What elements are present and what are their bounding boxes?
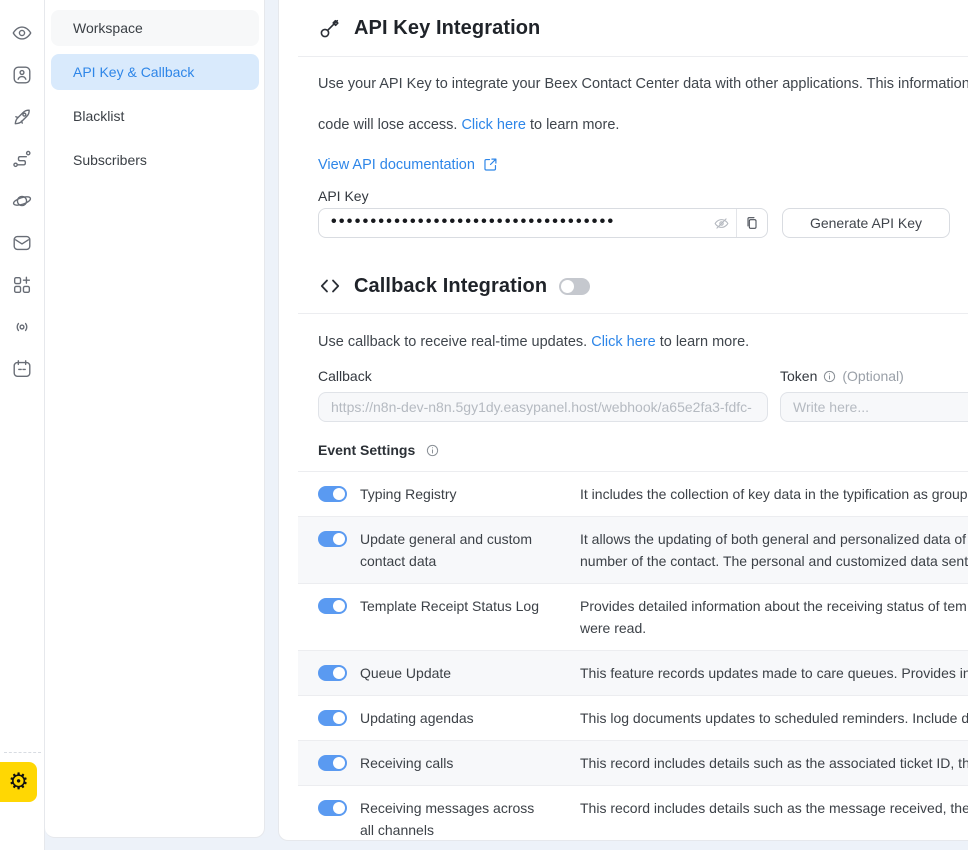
callback-toggle[interactable] <box>559 278 590 295</box>
external-link-icon[interactable] <box>482 156 499 173</box>
event-toggle[interactable] <box>318 755 347 771</box>
event-description: Provides detailed information about the … <box>580 595 968 639</box>
sidebar-item-label: Blacklist <box>73 108 124 124</box>
sidebar-item-label: Subscribers <box>73 152 147 168</box>
event-settings-label: Event Settings <box>318 442 415 458</box>
rail-divider <box>4 752 41 753</box>
event-row: Queue Update This feature records update… <box>298 650 968 695</box>
event-label: Template Receipt Status Log <box>360 595 580 617</box>
click-here-link-api[interactable]: Click here <box>461 117 525 133</box>
event-toggle[interactable] <box>318 665 347 681</box>
token-field: Token (Optional) <box>780 366 968 422</box>
event-label: Typing Registry <box>360 483 580 505</box>
click-here-link-callback[interactable]: Click here <box>591 334 655 350</box>
description-text: code will lose access. <box>318 117 461 133</box>
sidebar-item-label: API Key & Callback <box>73 64 194 80</box>
event-label: Receiving messages acrossall channels <box>360 797 580 841</box>
description-text: to learn more. <box>526 117 620 133</box>
contact-card-icon[interactable] <box>1 54 43 96</box>
sidebar-item-workspace[interactable]: Workspace <box>51 10 259 46</box>
sidebar-item-blacklist[interactable]: Blacklist <box>51 98 259 134</box>
description-text: to learn more. <box>656 334 750 350</box>
event-row: Typing Registry It includes the collecti… <box>298 472 968 516</box>
gear-icon[interactable]: ⚙ <box>0 762 37 802</box>
event-row: Update general and customcontact data It… <box>298 516 968 583</box>
api-key-section-title: API Key Integration <box>354 17 540 40</box>
copy-icon[interactable] <box>736 209 767 237</box>
api-key-input-group: •••••••••••••••••••••••••••••••••••• <box>318 208 768 238</box>
main-card: API Key Integration Use your API Key to … <box>278 0 968 841</box>
event-label: Queue Update <box>360 662 580 684</box>
event-toggle[interactable] <box>318 598 347 614</box>
api-key-description-line2: code will lose access. Click here to lea… <box>318 111 968 139</box>
route-icon[interactable] <box>1 138 43 180</box>
event-settings-header: Event Settings <box>318 440 968 460</box>
api-key-description-line1: Use your API Key to integrate your Beex … <box>318 70 968 98</box>
event-row: Updating agendas This log documents upda… <box>298 695 968 740</box>
api-key-label: API Key <box>318 188 968 204</box>
sidebar-item-subscribers[interactable]: Subscribers <box>51 142 259 178</box>
event-description: It includes the collection of key data i… <box>580 483 968 505</box>
token-input[interactable] <box>780 392 968 422</box>
calendar-icon[interactable] <box>1 348 43 390</box>
generate-api-key-button[interactable]: Generate API Key <box>782 208 950 238</box>
icon-rail-stack <box>0 0 44 390</box>
token-label-text: Token <box>780 368 817 384</box>
event-settings-list: Typing Registry It includes the collecti… <box>298 471 968 850</box>
event-description: This log documents updates to scheduled … <box>580 707 968 729</box>
event-toggle[interactable] <box>318 710 347 726</box>
event-toggle[interactable] <box>318 800 347 816</box>
eye-icon[interactable] <box>1 12 43 54</box>
api-key-callback-settings-page: { "colors": { "accent_blue": "#2e86e8", … <box>0 0 968 850</box>
key-icon <box>318 16 342 40</box>
code-brackets-icon <box>318 274 342 298</box>
callback-url-input[interactable] <box>318 392 768 422</box>
callback-section-header: Callback Integration <box>318 271 968 301</box>
gear-glyph: ⚙ <box>8 771 29 794</box>
settings-submenu: Workspace API Key & Callback Blacklist S… <box>45 0 265 838</box>
event-row: Receiving calls This record includes det… <box>298 740 968 785</box>
view-api-documentation-link[interactable]: View API documentation <box>318 157 475 173</box>
api-key-masked-value[interactable]: •••••••••••••••••••••••••••••••••••• <box>319 214 706 230</box>
event-label: Updating agendas <box>360 707 580 729</box>
event-toggle[interactable] <box>318 531 347 547</box>
callback-field: Callback <box>318 366 768 422</box>
doc-link-row: View API documentation <box>318 156 968 173</box>
callback-label: Callback <box>318 366 768 386</box>
event-toggle[interactable] <box>318 486 347 502</box>
callback-label-text: Callback <box>318 368 372 384</box>
info-icon[interactable] <box>822 369 837 384</box>
planet-icon[interactable] <box>1 180 43 222</box>
event-description: This record includes details such as the… <box>580 752 968 774</box>
info-icon[interactable] <box>425 443 440 458</box>
event-label: Update general and customcontact data <box>360 528 580 572</box>
event-row: Receiving messages acrossall channels Th… <box>298 785 968 850</box>
broadcast-icon[interactable] <box>1 306 43 348</box>
api-key-section-header: API Key Integration <box>298 0 968 57</box>
section-divider <box>298 313 968 314</box>
event-label: Receiving calls <box>360 752 580 774</box>
sidebar-item-label: Workspace <box>73 20 143 36</box>
event-description: It allows the updating of both general a… <box>580 528 968 572</box>
callback-fields-row: Callback Token (Optional) <box>318 366 968 422</box>
sidebar-item-api-key-callback[interactable]: API Key & Callback <box>51 54 259 90</box>
eye-off-icon[interactable] <box>706 209 736 237</box>
event-description: This feature records updates made to car… <box>580 662 968 684</box>
rocket-icon[interactable] <box>1 96 43 138</box>
callback-description: Use callback to receive real-time update… <box>318 328 968 356</box>
apps-add-icon[interactable] <box>1 264 43 306</box>
token-optional-note: (Optional) <box>842 368 903 384</box>
description-text: Use callback to receive real-time update… <box>318 334 591 350</box>
token-label: Token (Optional) <box>780 366 968 386</box>
api-key-row: •••••••••••••••••••••••••••••••••••• Gen… <box>318 208 968 238</box>
event-row: Template Receipt Status Log Provides det… <box>298 583 968 650</box>
mail-icon[interactable] <box>1 222 43 264</box>
icon-rail: ⚙ <box>0 0 45 850</box>
event-description: This record includes details such as the… <box>580 797 968 819</box>
callback-section-title: Callback Integration <box>354 275 547 298</box>
